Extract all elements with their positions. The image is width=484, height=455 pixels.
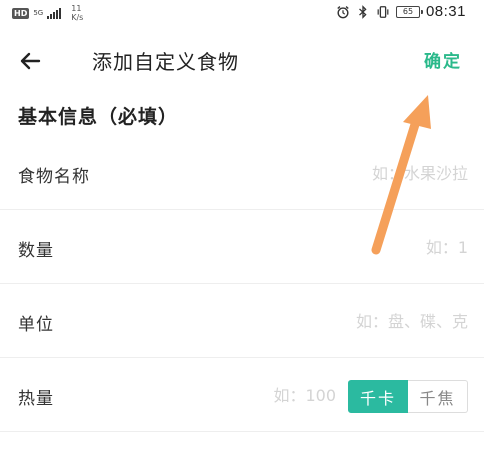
form-row-calories: 热量 千卡 千焦 xyxy=(0,358,484,432)
network-speed: 11 K/s xyxy=(71,4,83,22)
energy-unit-toggle: 千卡 千焦 xyxy=(348,380,468,413)
food-name-label: 食物名称 xyxy=(18,167,90,187)
net-speed-value: 11 xyxy=(71,4,82,13)
signal-strength-icon xyxy=(47,7,62,19)
confirm-button[interactable]: 确定 xyxy=(424,47,462,72)
battery-icon: 65 xyxy=(395,5,423,18)
status-bar-right: 65 08:31 xyxy=(336,3,466,20)
hd-badge: HD xyxy=(12,7,30,19)
vibrate-icon xyxy=(377,5,389,18)
form-row-unit: 单位 xyxy=(0,284,484,358)
page-title: 添加自定义食物 xyxy=(92,50,239,74)
quantity-input[interactable] xyxy=(228,234,468,260)
status-bar: HD 5G 11 K/s 65 08:31 xyxy=(0,0,484,26)
app-header: 添加自定义食物 确定 xyxy=(0,30,484,92)
alarm-icon xyxy=(337,5,349,18)
calories-input[interactable] xyxy=(216,382,336,408)
unit-label: 单位 xyxy=(18,315,54,335)
network-type: 5G xyxy=(33,8,44,17)
quantity-label: 数量 xyxy=(18,241,54,261)
bluetooth-icon xyxy=(359,4,367,19)
status-bar-left: HD 5G 11 K/s xyxy=(12,4,83,22)
food-name-input[interactable] xyxy=(228,160,468,186)
net-speed-unit: K/s xyxy=(71,13,84,22)
section-title-basic-info: 基本信息（必填） xyxy=(18,106,179,128)
clock: 08:31 xyxy=(425,3,466,20)
back-button[interactable] xyxy=(14,46,46,76)
calories-label: 热量 xyxy=(18,389,54,409)
unit-input[interactable] xyxy=(228,308,468,334)
unit-option-kj[interactable]: 千焦 xyxy=(408,380,468,413)
form-row-food-name: 食物名称 xyxy=(0,136,484,210)
arrow-left-icon xyxy=(20,52,41,70)
battery-level: 65 xyxy=(402,6,414,16)
form-row-quantity: 数量 xyxy=(0,210,484,284)
unit-option-kcal[interactable]: 千卡 xyxy=(348,380,408,413)
